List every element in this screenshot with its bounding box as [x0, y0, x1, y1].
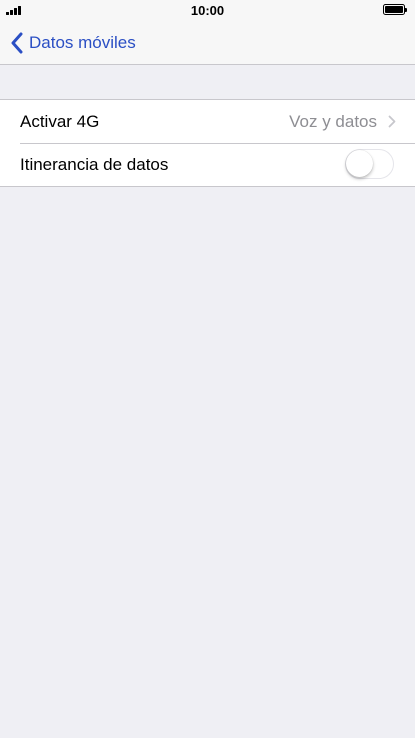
settings-group: Activar 4G Voz y datos Itinerancia de da… — [0, 99, 415, 187]
battery-icon — [383, 4, 407, 16]
activate-4g-label: Activar 4G — [20, 111, 100, 131]
navigation-bar: Datos móviles — [0, 22, 415, 65]
activate-4g-row[interactable]: Activar 4G Voz y datos — [0, 100, 415, 143]
activate-4g-value: Voz y datos — [289, 111, 377, 131]
back-button-label: Datos móviles — [29, 33, 136, 52]
data-roaming-row: Itinerancia de datos — [0, 143, 415, 186]
chevron-left-icon — [11, 32, 23, 54]
back-button[interactable]: Datos móviles — [10, 30, 136, 56]
status-time: 10:00 — [190, 3, 225, 18]
toggle-knob — [346, 150, 373, 177]
chevron-right-icon — [388, 115, 396, 128]
data-roaming-label: Itinerancia de datos — [20, 154, 169, 174]
battery-fill — [385, 6, 403, 13]
data-roaming-toggle[interactable] — [345, 149, 394, 179]
status-bar: 10:00 — [0, 0, 415, 22]
